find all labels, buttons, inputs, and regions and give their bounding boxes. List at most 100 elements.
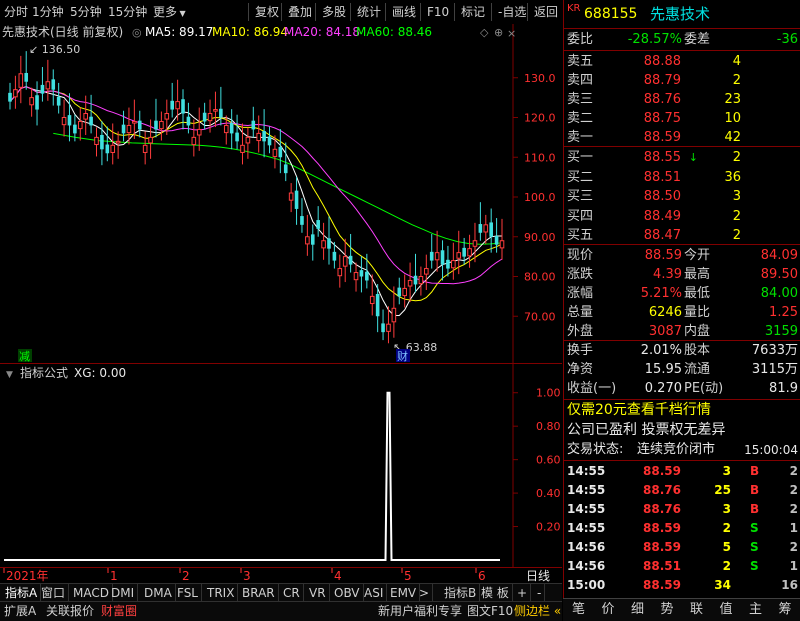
stats-button[interactable]: 统计 xyxy=(350,3,381,21)
right-tab-4[interactable]: 联 xyxy=(682,601,711,619)
right-tab-7[interactable]: 筹 xyxy=(771,601,800,619)
trade-count: 1 xyxy=(789,521,798,535)
ask-volume: 2 xyxy=(732,73,741,88)
bid-volume: 3 xyxy=(732,189,741,204)
candle-body xyxy=(191,136,197,146)
trade-price: 88.59 xyxy=(643,464,681,478)
candle-body xyxy=(413,275,418,285)
indicator-tab-0[interactable]: 指标A xyxy=(2,584,42,602)
ask-row[interactable]: 卖二 88.75 10 xyxy=(564,109,800,129)
cai-tag[interactable]: 财 xyxy=(397,349,408,363)
fundamental-value: 2.01% xyxy=(640,343,682,358)
ask-row[interactable]: 卖三 88.76 23 xyxy=(564,90,800,110)
indicator-tab-4[interactable]: DMA xyxy=(141,584,176,602)
bid-row[interactable]: 买四 88.49 2 xyxy=(564,207,800,227)
chevron-down-icon: ▼ xyxy=(177,9,186,18)
tab-more[interactable]: 更多 ▼ xyxy=(153,3,186,21)
draw-line-button[interactable]: 画线 xyxy=(385,3,416,21)
trade-price: 88.76 xyxy=(643,502,681,516)
right-tab-5[interactable]: 值 xyxy=(712,601,741,619)
candle-body xyxy=(51,79,56,90)
ask-price: 88.76 xyxy=(643,92,681,107)
right-tab-2[interactable]: 细 xyxy=(623,601,652,619)
bid-row[interactable]: 买三 88.50 3 xyxy=(564,187,800,207)
time-label: 6 xyxy=(478,569,486,583)
candle-body xyxy=(137,120,142,130)
indicator-tab-15[interactable]: 模 板 xyxy=(478,584,513,602)
watchlist-button[interactable]: -自选 xyxy=(491,3,526,21)
indicator-tab-1[interactable]: 窗口 xyxy=(38,584,70,602)
multi-stock-button[interactable]: 多股 xyxy=(315,3,346,21)
tab-15min[interactable]: 15分钟 xyxy=(108,3,147,21)
indicator-tab-3[interactable]: DMI xyxy=(108,584,139,602)
indicator-tab-14[interactable]: 指标B xyxy=(441,584,481,602)
indicator-tab-10[interactable]: OBV xyxy=(331,584,364,602)
new-user-welfare-link[interactable]: 新用户福利专享 xyxy=(378,603,462,620)
indicator-tab-17[interactable]: - xyxy=(534,584,546,602)
trade-direction: B xyxy=(750,483,760,497)
promo-row[interactable]: 仅需20元查看千档行情 xyxy=(564,400,800,420)
indicator-tab-9[interactable]: VR xyxy=(306,584,330,602)
stock-header: KR 688155 先惠技术 xyxy=(564,2,800,26)
indicator-tab-16[interactable]: + xyxy=(514,584,532,602)
ask-row[interactable]: 卖五 88.88 4 xyxy=(564,52,800,72)
ask-price: 88.75 xyxy=(643,111,681,126)
y-tick-label: 80.00 xyxy=(524,271,556,284)
related-quote-button[interactable]: 关联报价 xyxy=(46,603,94,620)
mark-button[interactable]: 标记 xyxy=(454,3,485,21)
ask-row[interactable]: 卖一 88.59 42 xyxy=(564,128,800,148)
indicator-tab-8[interactable]: CR xyxy=(280,584,304,602)
indicator-tab-7[interactable]: BRAR xyxy=(239,584,279,602)
chart-settings-icon[interactable]: ◎ xyxy=(132,26,142,39)
tab-fenshi[interactable]: 分时 xyxy=(4,3,28,21)
fuquan-button[interactable]: 复权 xyxy=(248,3,279,21)
zoom-in-icon[interactable]: ⊕ xyxy=(494,26,503,39)
trade-volume: 25 xyxy=(714,483,731,497)
overlay-button[interactable]: 叠加 xyxy=(281,3,312,21)
candle-body xyxy=(186,116,191,126)
sidebar-link[interactable]: 侧边栏 « xyxy=(514,603,561,620)
indicator-switch-icon[interactable]: ▼ xyxy=(6,370,13,380)
right-tab-6[interactable]: 主 xyxy=(741,601,770,619)
candle-body xyxy=(300,216,304,225)
candle-body xyxy=(375,293,380,317)
period-label[interactable]: 日线 xyxy=(526,569,550,583)
right-tab-3[interactable]: 势 xyxy=(653,601,682,619)
jian-tag[interactable]: 减 xyxy=(19,350,30,363)
tab-5min[interactable]: 5分钟 xyxy=(70,3,102,21)
wealth-circle-button[interactable]: 财富圈 xyxy=(101,603,137,620)
candle-body xyxy=(327,238,331,249)
expand-a-button[interactable]: 扩展A xyxy=(4,603,36,620)
candle-body xyxy=(40,84,45,94)
tab-1min[interactable]: 1分钟 xyxy=(32,3,64,21)
f10-graphic-link[interactable]: 图文F10 xyxy=(467,603,513,620)
market-tag: KR xyxy=(567,3,581,14)
stat-label: 量比 xyxy=(684,305,711,320)
bid-row[interactable]: 买五 88.47 2 xyxy=(564,226,800,246)
candle-body xyxy=(154,120,158,130)
ma60-legend: MA60: 88.46 xyxy=(356,25,432,39)
indicator-tab-5[interactable]: FSL xyxy=(174,584,202,602)
bid-row[interactable]: 买一 88.55 ↓ 2 xyxy=(564,148,800,168)
back-button[interactable]: 返回 xyxy=(527,3,558,21)
candle-body xyxy=(348,255,353,265)
collapse-icon[interactable]: ◇ xyxy=(480,26,489,39)
ask-label: 卖五 xyxy=(567,54,594,69)
indicator-tab-2[interactable]: MACD xyxy=(70,584,113,602)
candle-body xyxy=(434,252,440,261)
candlestick-chart[interactable]: 130.0 120.0 110.0 100.0 90.00 80.00 70.00 先惠技术… xyxy=(0,24,562,364)
ind-tick-label: 1.00 xyxy=(536,387,561,400)
right-tab-1[interactable]: 价 xyxy=(594,601,623,619)
right-tab-0[interactable]: 笔 xyxy=(564,601,593,619)
ind-tick-label: 0.60 xyxy=(536,454,561,467)
bid-row[interactable]: 买二 88.51 36 xyxy=(564,168,800,188)
f10-button[interactable]: F10 xyxy=(420,3,449,21)
stat-label: 涨跌 xyxy=(567,267,594,282)
indicator-chart[interactable]: 1.00 0.80 0.60 0.40 0.20 ▼ 指标公式 XG: 0.00 xyxy=(0,364,562,568)
indicator-tab-13[interactable]: > xyxy=(416,584,434,602)
close-chart-icon[interactable]: × xyxy=(507,27,516,40)
ask-row[interactable]: 卖四 88.79 2 xyxy=(564,71,800,91)
chart-title: 先惠技术(日线 前复权) xyxy=(2,24,123,39)
indicator-tab-6[interactable]: TRIX xyxy=(204,584,239,602)
indicator-tab-11[interactable]: ASI xyxy=(361,584,388,602)
